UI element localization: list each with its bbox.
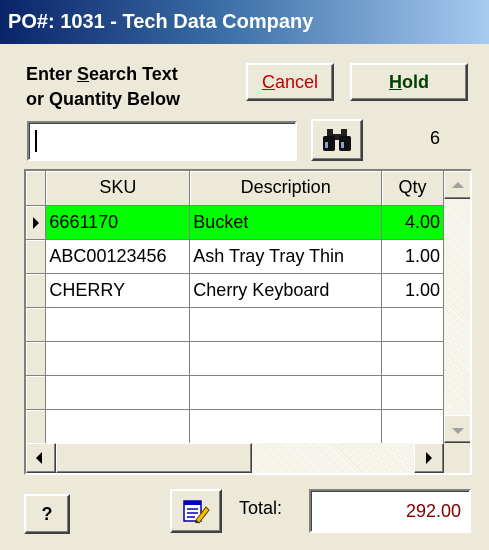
empty-row[interactable] [26, 341, 444, 376]
edit-button[interactable] [170, 489, 222, 533]
empty-row[interactable] [26, 375, 444, 410]
cell-description[interactable]: Bucket [189, 205, 383, 240]
total-label: Total: [239, 498, 283, 518]
scroll-down-icon [452, 428, 464, 434]
scrollbar-corner [444, 443, 470, 473]
items-table: SKU Description Qty 6661170 Bucket 4.00 … [26, 171, 444, 444]
column-header-description[interactable]: Description [189, 171, 383, 206]
cell-qty[interactable]: 1.00 [381, 239, 444, 274]
total-value: 292.00 [309, 489, 471, 533]
column-header-qty[interactable]: Qty [381, 171, 444, 206]
item-count: 6 [429, 128, 440, 148]
prompt-mnemonic: S [77, 64, 90, 84]
scroll-left-icon [36, 452, 42, 464]
row-indicator[interactable] [26, 205, 47, 240]
cell-sku[interactable]: ABC00123456 [45, 239, 191, 274]
empty-row[interactable] [26, 307, 444, 342]
cell-description[interactable]: Cherry Keyboard [189, 273, 383, 308]
table-row[interactable]: CHERRY Cherry Keyboard 1.00 [26, 273, 444, 308]
header-row: SKU Description Qty [26, 171, 444, 206]
horizontal-scrollbar[interactable] [26, 443, 444, 473]
prompt-line-1: Enter Search Text [26, 64, 178, 84]
cell-description[interactable]: Ash Tray Tray Thin [189, 239, 383, 274]
window-title: PO#: 1031 - Tech Data Company [0, 0, 489, 44]
search-prompt: Enter Search Text or Quantity Below [26, 62, 236, 112]
cell-sku[interactable]: CHERRY [45, 273, 191, 308]
prompt-line-2: or Quantity Below [26, 89, 181, 109]
scroll-right-icon [426, 452, 432, 464]
header-indicator [26, 171, 47, 206]
current-row-arrow-icon [33, 216, 39, 229]
binoculars-icon [323, 129, 351, 151]
scroll-down-button[interactable] [444, 415, 470, 443]
table-row[interactable]: 6661170 Bucket 4.00 [26, 205, 444, 240]
help-button[interactable]: ? [24, 494, 70, 534]
empty-row[interactable] [26, 409, 444, 444]
scroll-left-button[interactable] [26, 443, 56, 473]
hold-button[interactable]: Hold [350, 63, 468, 101]
table-row[interactable]: ABC00123456 Ash Tray Tray Thin 1.00 [26, 239, 444, 274]
column-header-sku[interactable]: SKU [45, 171, 191, 206]
text-caret [35, 130, 37, 152]
edit-notepad-icon [183, 500, 210, 524]
vertical-scrollbar[interactable] [444, 171, 470, 443]
row-indicator[interactable] [26, 273, 47, 308]
cell-qty[interactable]: 1.00 [381, 273, 444, 308]
scroll-up-icon [452, 182, 464, 188]
row-indicator[interactable] [26, 239, 47, 274]
scroll-up-button[interactable] [444, 171, 470, 199]
horizontal-scroll-thumb[interactable] [56, 443, 252, 473]
cell-sku[interactable]: 6661170 [45, 205, 191, 240]
items-grid[interactable]: SKU Description Qty 6661170 Bucket 4.00 … [24, 169, 472, 475]
scroll-right-button[interactable] [414, 443, 444, 473]
cancel-button[interactable]: Cancel [246, 63, 334, 101]
cell-qty[interactable]: 4.00 [381, 205, 444, 240]
find-button[interactable] [311, 119, 363, 161]
search-input[interactable] [27, 121, 297, 161]
